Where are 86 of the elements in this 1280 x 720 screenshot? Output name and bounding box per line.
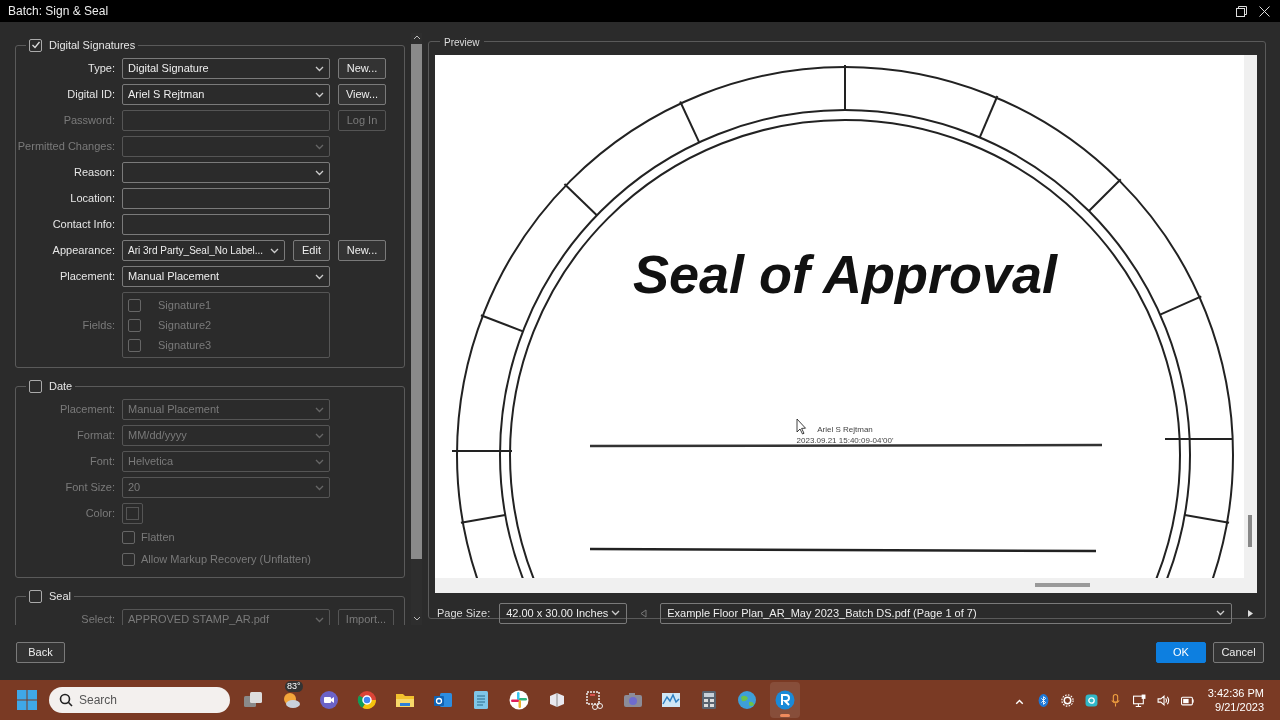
scroll-down-icon[interactable] bbox=[412, 616, 421, 621]
caret-icon bbox=[315, 458, 324, 465]
cursor-icon bbox=[796, 418, 806, 435]
restore-icon[interactable] bbox=[1236, 5, 1247, 17]
page-size-dropdown[interactable]: 42.00 x 30.00 Inches bbox=[499, 602, 628, 624]
globe-icon bbox=[736, 689, 758, 711]
dropdown[interactable]: Digital Signature bbox=[122, 58, 330, 79]
gear-icon[interactable] bbox=[1060, 693, 1074, 707]
button[interactable]: New... bbox=[338, 240, 386, 261]
field-label: Placement: bbox=[58, 402, 115, 418]
checkbox[interactable] bbox=[29, 38, 42, 52]
button[interactable]: Edit bbox=[293, 240, 330, 261]
letter-r-icon bbox=[774, 689, 796, 711]
scroll-up-icon[interactable] bbox=[412, 35, 421, 40]
field-label: Select: bbox=[80, 612, 115, 625]
signature-name: Ariel S Rejtman bbox=[817, 425, 873, 434]
checkbox-label: Signature1 bbox=[158, 297, 212, 313]
field-label: Font: bbox=[88, 454, 115, 470]
input-field[interactable] bbox=[122, 188, 330, 209]
start-icon[interactable] bbox=[17, 690, 37, 710]
search-icon bbox=[59, 693, 73, 707]
close-icon[interactable] bbox=[1259, 5, 1270, 17]
button[interactable]: Cancel bbox=[1213, 642, 1264, 663]
caret-icon bbox=[315, 406, 324, 413]
checkbox[interactable] bbox=[29, 589, 42, 603]
checkbox-label: Flatten bbox=[141, 530, 175, 546]
field-label: Permitted Changes: bbox=[16, 139, 115, 155]
dropdown[interactable]: Ariel S Rejtman bbox=[122, 84, 330, 105]
caret-icon bbox=[270, 247, 279, 254]
section-title: Digital Signatures bbox=[49, 37, 136, 53]
section-title: Seal bbox=[49, 588, 72, 604]
next-page-icon[interactable] bbox=[1247, 608, 1255, 618]
color-swatch[interactable] bbox=[122, 503, 143, 524]
caret-icon bbox=[315, 484, 324, 491]
page-size-label: Page Size: bbox=[437, 605, 491, 621]
checkbox-label: Allow Markup Recovery (Unflatten) bbox=[141, 552, 311, 568]
search-field[interactable]: Search bbox=[49, 687, 230, 713]
document-heading: Seal of Approval bbox=[632, 244, 1058, 304]
section-title: Date bbox=[49, 378, 73, 394]
dropdown[interactable]: Manual Placement bbox=[122, 266, 330, 287]
caret-icon bbox=[315, 143, 324, 150]
caret-icon bbox=[315, 432, 324, 439]
clock[interactable]: 3:42:36 PM 9/21/2023 bbox=[1207, 686, 1264, 714]
browser-icon bbox=[356, 689, 378, 711]
speaker-icon[interactable] bbox=[1156, 693, 1170, 707]
video-call-icon bbox=[318, 689, 340, 711]
file-dropdown[interactable]: Example Floor Plan_AR_May 2023_Batch DS.pdf (Page 1 of 7) bbox=[660, 602, 1233, 624]
dropdown[interactable] bbox=[122, 162, 330, 183]
temperature-badge: 83° bbox=[285, 681, 303, 692]
caret-icon bbox=[315, 273, 324, 280]
previous-page-icon[interactable] bbox=[640, 608, 648, 618]
button[interactable]: Back bbox=[16, 642, 65, 663]
taskbar-button[interactable]: 83° bbox=[276, 682, 306, 718]
field-label: Format: bbox=[76, 428, 115, 444]
scissors-icon bbox=[584, 689, 606, 711]
field-label: Reason: bbox=[73, 165, 115, 181]
button[interactable]: View... bbox=[338, 84, 386, 105]
signature-date: 2023.09.21 15:40:09-04'00' bbox=[796, 436, 894, 445]
button[interactable]: New... bbox=[338, 58, 386, 79]
field-label: Font Size: bbox=[64, 480, 115, 496]
field-label: Location: bbox=[69, 191, 115, 207]
field-label: Digital ID: bbox=[66, 87, 115, 103]
checkbox-label: Signature3 bbox=[158, 337, 212, 353]
field-label: Type: bbox=[87, 61, 115, 77]
button[interactable]: OK bbox=[1156, 642, 1206, 663]
caret-icon bbox=[1216, 610, 1226, 616]
taskbar-button[interactable] bbox=[770, 682, 800, 718]
field-label: Password: bbox=[62, 113, 115, 129]
caret-icon bbox=[315, 91, 324, 98]
caret-icon bbox=[315, 616, 324, 623]
preview-label: Preview bbox=[444, 37, 480, 48]
network-icon[interactable] bbox=[1132, 693, 1146, 707]
caret-icon bbox=[315, 65, 324, 72]
checkbox-label: Signature2 bbox=[158, 317, 212, 333]
field-label: Fields: bbox=[81, 317, 115, 333]
bluetooth-icon[interactable] bbox=[1036, 693, 1050, 707]
field-label: Appearance: bbox=[51, 243, 115, 259]
field-label: Color: bbox=[84, 506, 115, 522]
dropdown[interactable]: Ari 3rd Party_Seal_No Label... bbox=[122, 240, 285, 261]
checkbox[interactable] bbox=[29, 379, 42, 393]
window-title: Batch: Sign & Seal bbox=[8, 3, 109, 20]
caret-icon bbox=[611, 610, 621, 616]
field-label: Placement: bbox=[58, 269, 115, 285]
caret-icon bbox=[315, 169, 324, 176]
field-label: Contact Info: bbox=[51, 217, 115, 233]
input-field[interactable] bbox=[122, 214, 330, 235]
